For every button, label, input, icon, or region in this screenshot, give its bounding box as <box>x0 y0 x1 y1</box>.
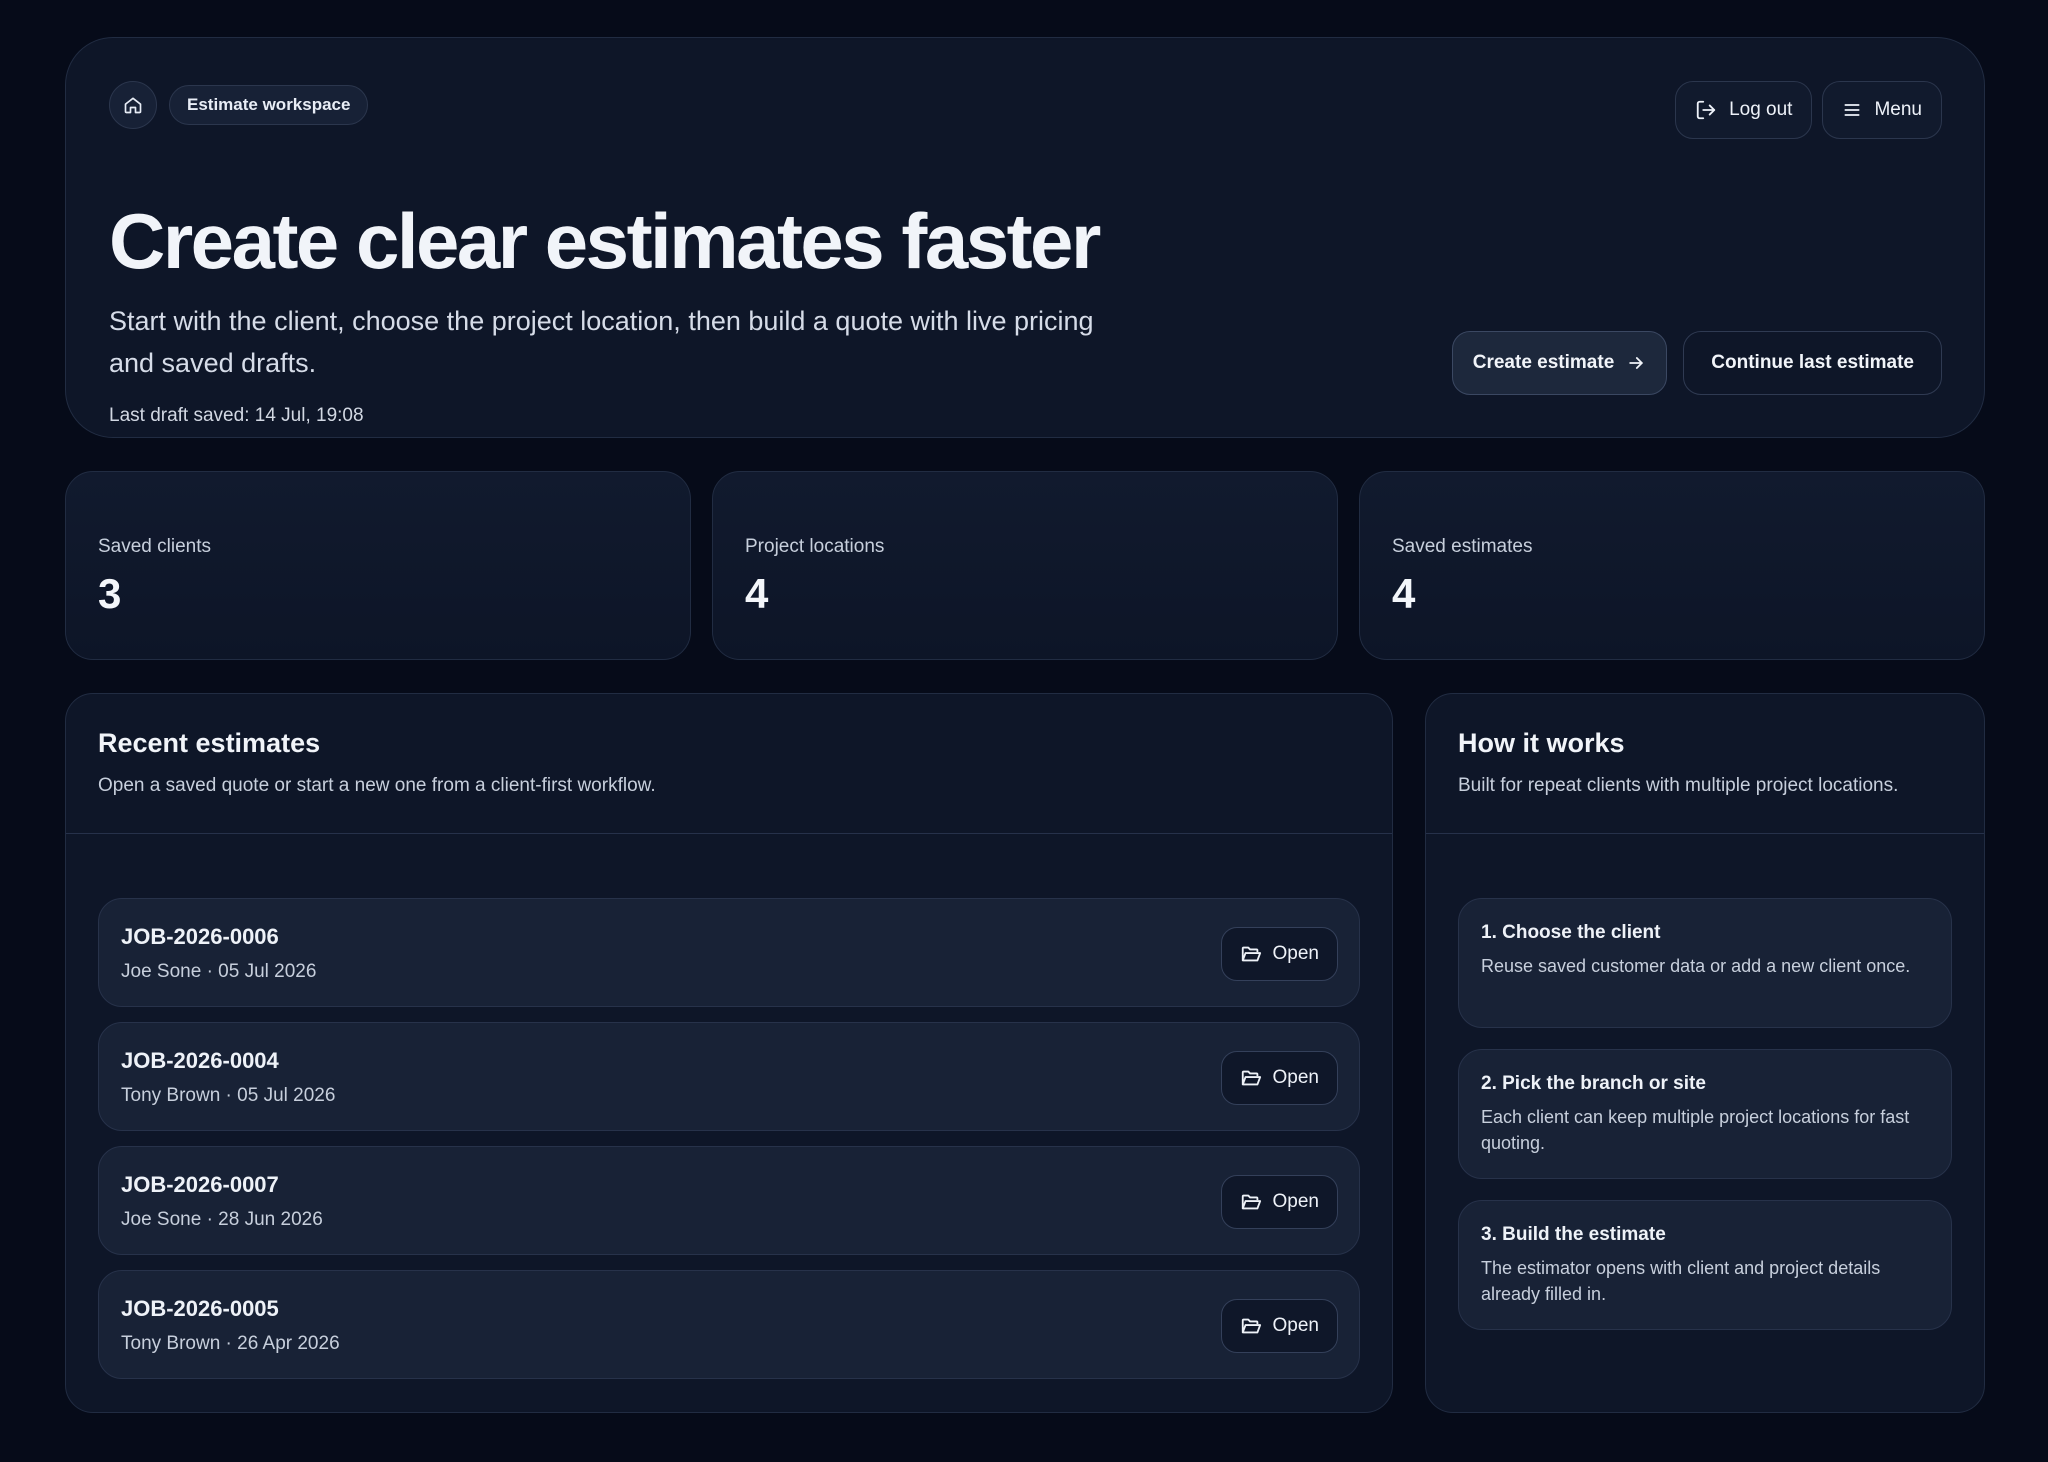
stat-card-estimates: Saved estimates 4 <box>1359 471 1985 660</box>
open-label: Open <box>1272 1315 1319 1336</box>
step-title: 1. Choose the client <box>1481 922 1661 943</box>
how-it-works-panel: How it works Built for repeat clients wi… <box>1425 693 1985 1413</box>
folder-open-icon <box>1241 1318 1261 1334</box>
menu-button[interactable]: Menu <box>1822 81 1942 139</box>
stat-value: 3 <box>98 570 122 617</box>
estimates-list: JOB-2026-0006 Joe Sone · 05 Jul 2026 Ope… <box>98 898 1360 1394</box>
step-card: 3. Build the estimate The estimator open… <box>1458 1200 1952 1330</box>
recent-estimates-description: Open a saved quote or start a new one fr… <box>98 775 656 796</box>
arrow-right-icon <box>1629 357 1644 369</box>
how-it-works-title: How it works <box>1458 728 1625 758</box>
menu-label: Menu <box>1874 99 1922 120</box>
panel-header: How it works Built for repeat clients wi… <box>1426 694 1984 834</box>
how-it-works-description: Built for repeat clients with multiple p… <box>1458 775 1899 796</box>
folder-open-icon <box>1241 946 1261 962</box>
workspace-badge: Estimate workspace <box>169 85 369 125</box>
stat-card-locations: Project locations 4 <box>712 471 1338 660</box>
logout-icon <box>1696 100 1716 120</box>
estimate-id: JOB-2026-0004 <box>121 1048 279 1073</box>
hero-actions: Create estimate Continue last estimate <box>1451 331 1942 395</box>
steps-list: 1. Choose the client Reuse saved custome… <box>1458 898 1952 1351</box>
step-card: 2. Pick the branch or site Each client c… <box>1458 1049 1952 1179</box>
hero-card: Estimate workspace Log out Menu Create c… <box>65 37 1985 438</box>
open-estimate-button[interactable]: Open <box>1220 1299 1338 1353</box>
open-label: Open <box>1272 943 1319 964</box>
continue-estimate-label: Continue last estimate <box>1711 352 1914 373</box>
stat-label: Saved estimates <box>1392 536 1533 557</box>
continue-estimate-button[interactable]: Continue last estimate <box>1683 331 1942 395</box>
home-icon <box>124 97 142 114</box>
open-label: Open <box>1272 1191 1319 1212</box>
open-estimate-button[interactable]: Open <box>1220 1175 1338 1229</box>
home-button[interactable] <box>109 81 157 129</box>
folder-open-icon <box>1241 1194 1261 1210</box>
step-title: 3. Build the estimate <box>1481 1224 1666 1245</box>
open-estimate-button[interactable]: Open <box>1220 1051 1338 1105</box>
estimate-row: JOB-2026-0004 Tony Brown · 05 Jul 2026 O… <box>98 1022 1360 1131</box>
create-estimate-label: Create estimate <box>1472 352 1615 373</box>
stat-card-clients: Saved clients 3 <box>65 471 691 660</box>
create-estimate-button[interactable]: Create estimate <box>1451 331 1668 395</box>
estimate-meta: Tony Brown · 05 Jul 2026 <box>121 1085 336 1106</box>
estimate-row: JOB-2026-0006 Joe Sone · 05 Jul 2026 Ope… <box>98 898 1360 1007</box>
recent-estimates-title: Recent estimates <box>98 728 321 758</box>
stat-value: 4 <box>1392 570 1416 617</box>
logout-label: Log out <box>1729 99 1793 120</box>
hero-subtitle: Start with the client, choose the projec… <box>109 306 1094 378</box>
panel-header: Recent estimates Open a saved quote or s… <box>66 694 1392 834</box>
estimate-id: JOB-2026-0006 <box>121 924 279 949</box>
estimate-id: JOB-2026-0005 <box>121 1296 279 1321</box>
estimate-meta: Tony Brown · 26 Apr 2026 <box>121 1333 340 1354</box>
open-estimate-button[interactable]: Open <box>1220 927 1338 981</box>
last-saved-text: Last draft saved: 14 Jul, 19:08 <box>109 405 364 426</box>
hamburger-icon <box>1844 104 1860 116</box>
step-body: Each client can keep multiple project lo… <box>1481 1107 1910 1153</box>
step-card: 1. Choose the client Reuse saved custome… <box>1458 898 1952 1028</box>
estimate-row: JOB-2026-0005 Tony Brown · 26 Apr 2026 O… <box>98 1270 1360 1379</box>
estimate-meta: Joe Sone · 05 Jul 2026 <box>121 961 317 982</box>
step-body: Reuse saved customer data or add a new c… <box>1481 956 1911 976</box>
estimate-row: JOB-2026-0007 Joe Sone · 28 Jun 2026 Ope… <box>98 1146 1360 1255</box>
page-title: Create clear estimates faster <box>109 197 1101 285</box>
stat-value: 4 <box>745 570 769 617</box>
open-label: Open <box>1272 1067 1319 1088</box>
logout-button[interactable]: Log out <box>1675 81 1813 139</box>
estimate-id: JOB-2026-0007 <box>121 1172 279 1197</box>
stat-label: Saved clients <box>98 536 212 557</box>
step-body: The estimator opens with client and proj… <box>1481 1258 1881 1304</box>
stat-label: Project locations <box>745 536 885 557</box>
folder-open-icon <box>1241 1070 1261 1086</box>
step-title: 2. Pick the branch or site <box>1481 1073 1706 1094</box>
header-actions: Log out Menu <box>1675 81 1942 139</box>
estimate-meta: Joe Sone · 28 Jun 2026 <box>121 1209 323 1230</box>
recent-estimates-panel: Recent estimates Open a saved quote or s… <box>65 693 1393 1413</box>
